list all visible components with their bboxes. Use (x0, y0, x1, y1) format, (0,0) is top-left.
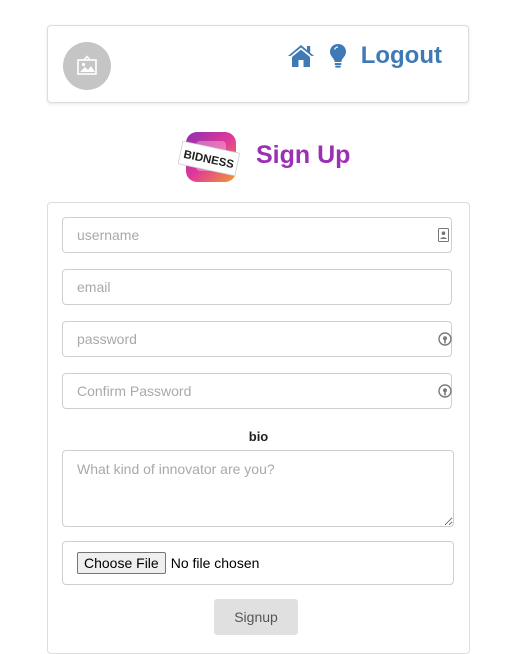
password-toggle-icon[interactable] (438, 332, 452, 346)
choose-file-button[interactable]: Choose File (77, 552, 166, 574)
logout-link[interactable]: Logout (361, 41, 442, 71)
bio-textarea[interactable] (62, 450, 454, 527)
home-link[interactable] (287, 44, 315, 68)
file-upload: Choose File No file chosen (62, 541, 454, 585)
password-field[interactable] (62, 321, 452, 357)
contact-card-icon (436, 228, 450, 242)
bidness-logo: BIDNESS (178, 132, 240, 182)
confirm-password-toggle-icon[interactable] (438, 384, 452, 398)
nav-links: Logout (287, 41, 442, 71)
signup-button[interactable]: Signup (214, 599, 298, 635)
avatar[interactable] (63, 42, 111, 90)
bio-label: bio (248, 429, 269, 444)
lightbulb-icon (329, 44, 346, 68)
navbar: Logout (47, 25, 469, 103)
signup-form: bio Choose File No file chosen Signup (47, 202, 470, 654)
ideas-link[interactable] (329, 43, 347, 69)
file-status: No file chosen (170, 555, 260, 571)
page-title: Sign Up (256, 141, 351, 169)
email-field[interactable] (62, 269, 452, 305)
home-icon (287, 45, 314, 67)
username-field[interactable] (62, 217, 452, 253)
brand-header: BIDNESS Sign Up (178, 128, 350, 188)
image-placeholder-icon (77, 55, 97, 75)
confirm-password-field[interactable] (62, 373, 452, 409)
